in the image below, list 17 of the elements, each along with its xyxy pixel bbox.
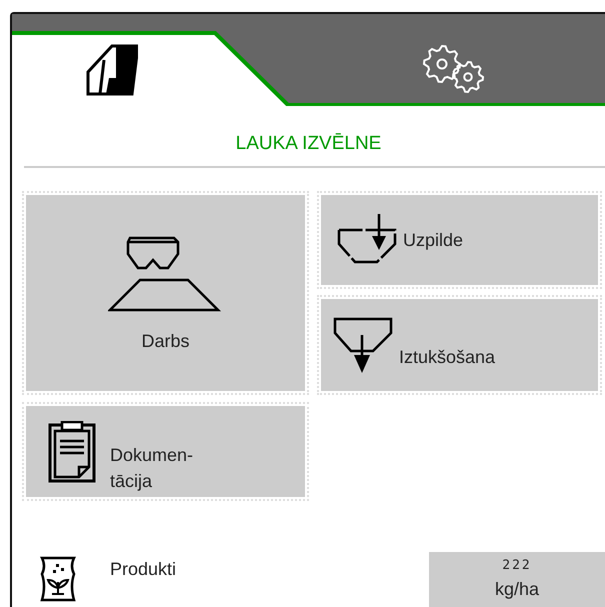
field-icon [86,44,138,96]
tile-label: Iztukšošana [399,346,496,368]
menu-tile[interactable]: Uzpilde [321,195,598,285]
menu-tile[interactable]: Iztukšošana [321,299,598,391]
page-title: LAUKA IZVĒLNE [236,132,382,156]
rate-unit: kg/ha [494,578,540,601]
empty-hopper-icon [333,317,395,373]
product-label: Produkti [110,558,176,581]
tile-label: Darbs [141,330,190,352]
tile-label: Uzpilde [403,228,464,252]
seed-bag-icon [38,556,78,602]
rate-value: 222 [502,557,532,575]
menu-tile[interactable]: Dokumen- tācija [26,406,305,497]
fill-hopper-icon [337,214,399,266]
tile-label: Dokumen- tācija [110,444,194,493]
menu-tile[interactable]: Darbs [26,195,305,391]
clipboard-icon [48,420,98,482]
